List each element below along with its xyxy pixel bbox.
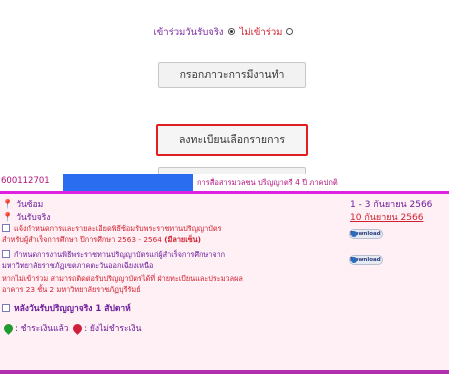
student-id: 600112701 [1,176,50,186]
bottom-divider [0,370,449,374]
notice-ceremony: กำหนดการงานพิธีพระราชทานปริญญาบัตรแก่ผู้… [2,249,225,271]
notice-ceremony-line1: กำหนดการงานพิธีพระราชทานปริญญาบัตรแก่ผู้… [14,250,226,259]
location-pin-icon: 📍 [2,213,14,223]
unpaid-pin-icon [71,322,85,335]
notice-absent: หากไม่เข้าร่วม สามารถติดต่อรับปริญญาบัตร… [2,273,243,295]
checkbox-icon [2,303,10,312]
actual-day-row: 📍 วันรับจริง [2,210,50,224]
legend-paid: : ชำระเงินแล้ว [15,324,69,334]
download-icon [351,257,357,263]
fill-employment-button[interactable]: กรอกภาวะการมีงานทำ [158,62,306,88]
download-button-2[interactable]: Download [349,255,383,265]
location-pin-icon: 📍 [2,200,14,210]
download-button-1[interactable]: Download [349,229,383,239]
notice-absent-line2: อาคาร 23 ชั้น 2 มหาวิทยาลัยราชภัฏบุรีรัม… [2,285,141,294]
schedule-content: 📍 วันซ้อม 1 - 3 กันยายน 2566 📍 วันรับจริง … [0,194,449,370]
attendance-option-no: ไม่เข้าร่วม [239,27,283,38]
paid-pin-icon [2,322,15,335]
payment-legend: : ชำระเงินแล้ว : ยังไม่ชำระเงิน [2,321,141,335]
actual-day-date[interactable]: 10 กันยายน 2566 [350,210,423,224]
notice-rehearsal-line2: สำหรับผู้สำเร็จการศึกษา ปีการศึกษา 2563 … [2,235,165,244]
actual-day-label: วันรับจริง [16,213,51,223]
after-day-row: หลังวันรับปริญญาจริง 1 สัปดาห์ [2,301,131,315]
student-program: การสื่อสารมวลชน ปริญญาตรี 4 ปี ภาคปกติ [197,178,338,187]
notice-rehearsal-line1: แจ้งกำหนดการและรายละเอียดพิธีซ้อมรับพระร… [14,224,222,233]
notice-absent-line1: หากไม่เข้าร่วม สามารถติดต่อรับปริญญาบัตร… [2,274,243,283]
attendance-row: เข้าร่วมวันรับจริง ไม่เข้าร่วม [0,25,449,40]
rehearsal-date: 1 - 3 กันยายน 2566 [350,200,433,210]
legend-unpaid: : ยังไม่ชำระเงิน [84,324,142,334]
checkbox-icon [2,250,10,258]
download-icon [351,231,357,237]
student-id-bar: 600112701 การสื่อสารมวลชน ปริญญาตรี 4 ปี… [0,174,449,194]
rehearsal-label: วันซ้อม [16,200,44,210]
register-selection-button[interactable]: ลงทะเบียนเลือกรายการ [156,124,308,156]
attendance-question: เข้าร่วมวันรับจริง [153,27,224,38]
student-info-panel: 600112701 การสื่อสารมวลชน ปริญญาตรี 4 ปี… [0,169,449,376]
top-area: เข้าร่วมวันรับจริง ไม่เข้าร่วม กรอกภาวะก… [0,0,449,193]
radio-attend[interactable] [227,28,235,35]
rehearsal-row: 📍 วันซ้อม [2,197,43,211]
notice-rehearsal: แจ้งกำหนดการและรายละเอียดพิธีซ้อมรับพระร… [2,223,222,245]
radio-not-attend[interactable] [286,28,294,35]
notice-ceremony-line2: มหาวิทยาลัยราชภัฏเขตภาคตะวันออกเฉียงเหนื… [2,261,154,270]
after-day-label: หลังวันรับปริญญาจริง 1 สัปดาห์ [14,304,131,314]
notice-signed: (มีลายเซ็น) [164,235,201,244]
checkbox-icon [2,224,10,232]
name-redaction [63,174,193,191]
